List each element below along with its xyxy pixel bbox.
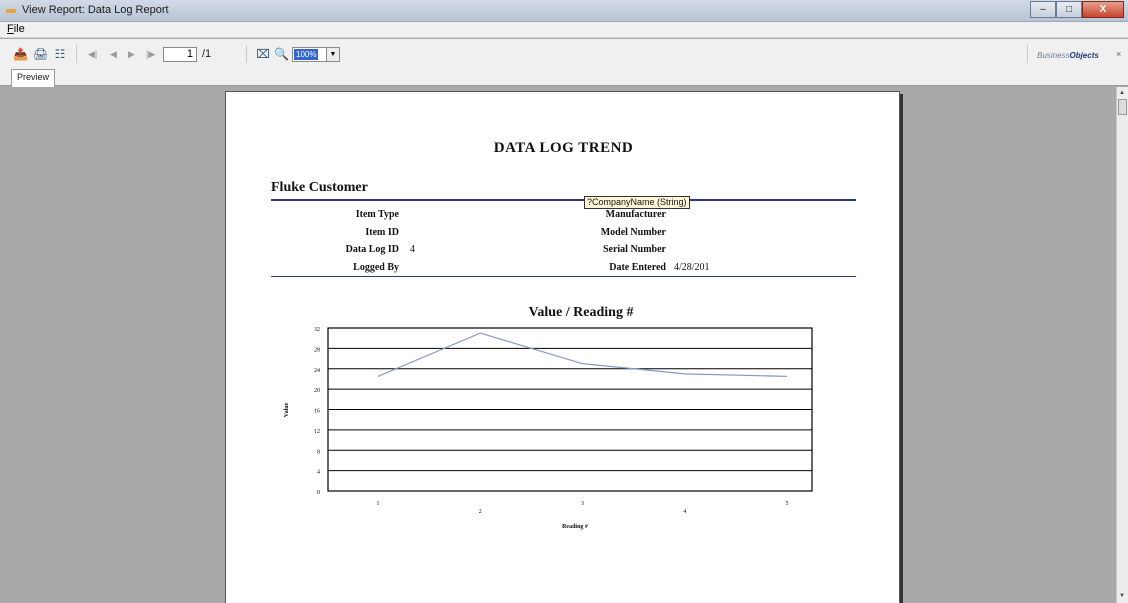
y-tick-label: 32 [314, 327, 320, 333]
y-tick-label: 20 [314, 388, 320, 394]
tab-strip: Preview [0, 69, 1128, 87]
close-icon[interactable]: × [1116, 49, 1121, 59]
x-tick-label: 1 [377, 501, 380, 507]
prev-page-icon[interactable]: ◀ [110, 49, 117, 60]
toolbar-separator [246, 45, 247, 63]
scroll-down-icon[interactable]: ▼ [1119, 593, 1125, 599]
window-controls: – □ X [1030, 1, 1124, 19]
y-tick-label: 28 [314, 347, 320, 353]
report-viewer-window: View Report: Data Log Report – □ X File … [0, 0, 1128, 603]
tab-preview[interactable]: Preview [11, 69, 56, 87]
zoom-select[interactable]: 100% ▼ [292, 47, 340, 62]
page-number-input[interactable]: 1 [163, 47, 197, 62]
menu-file[interactable]: File [7, 23, 25, 35]
toolbar-separator [1027, 45, 1028, 63]
report-viewer-area: DATA LOG TREND Fluke Customer Item Type … [0, 87, 1116, 603]
y-axis-label: Value [284, 402, 290, 417]
title-bar: View Report: Data Log Report – □ X [0, 0, 1128, 22]
minimize-button[interactable]: – [1030, 1, 1056, 18]
scrollbar-thumb[interactable] [1118, 99, 1127, 115]
last-page-icon[interactable]: |▶ [146, 49, 155, 60]
menu-bar: File [0, 22, 1128, 38]
toolbar-separator [76, 45, 77, 63]
x-tick-label: 2 [479, 509, 482, 515]
vertical-scrollbar[interactable]: ▲ ▼ [1116, 87, 1128, 603]
export-icon[interactable]: 📤 [13, 47, 28, 61]
x-tick-label: 4 [683, 509, 686, 515]
y-tick-label: 16 [314, 409, 320, 415]
x-tick-label: 3 [581, 501, 584, 507]
close-button[interactable]: X [1082, 1, 1124, 18]
y-tick-label: 4 [317, 470, 320, 476]
series-line [377, 332, 788, 377]
search-icon[interactable]: 🔍 [274, 47, 289, 61]
window-title: View Report: Data Log Report [22, 4, 169, 16]
y-tick-label: 12 [314, 429, 320, 435]
maximize-button[interactable]: □ [1056, 1, 1082, 18]
print-icon[interactable]: 🖨 [33, 47, 48, 61]
scroll-up-icon[interactable]: ▲ [1119, 90, 1125, 96]
y-tick-label: 0 [317, 490, 320, 496]
report-page: DATA LOG TREND Fluke Customer Item Type … [225, 91, 900, 603]
y-tick-label: 8 [317, 449, 320, 455]
page-total: /1 [202, 48, 212, 60]
chevron-down-icon[interactable]: ▼ [326, 48, 339, 61]
app-icon [6, 9, 16, 13]
next-page-icon[interactable]: ▶ [128, 49, 135, 60]
close-view-icon[interactable]: ⌧ [256, 47, 270, 61]
line-chart: 04812162024283212345Reading #Value [284, 327, 813, 530]
x-axis-label: Reading # [562, 524, 588, 530]
toolbar: 📤 🖨 ☷ ◀| ◀ ▶ |▶ 1 /1 ⌧ 🔍 100% ▼ Business… [0, 39, 1128, 69]
first-page-icon[interactable]: ◀| [88, 49, 97, 60]
y-tick-label: 24 [314, 368, 320, 374]
x-tick-label: 5 [786, 501, 789, 507]
zoom-value: 100% [294, 49, 319, 60]
business-objects-logo: BusinessObjects [1037, 51, 1099, 60]
group-tree-icon[interactable]: ☷ [53, 47, 67, 61]
